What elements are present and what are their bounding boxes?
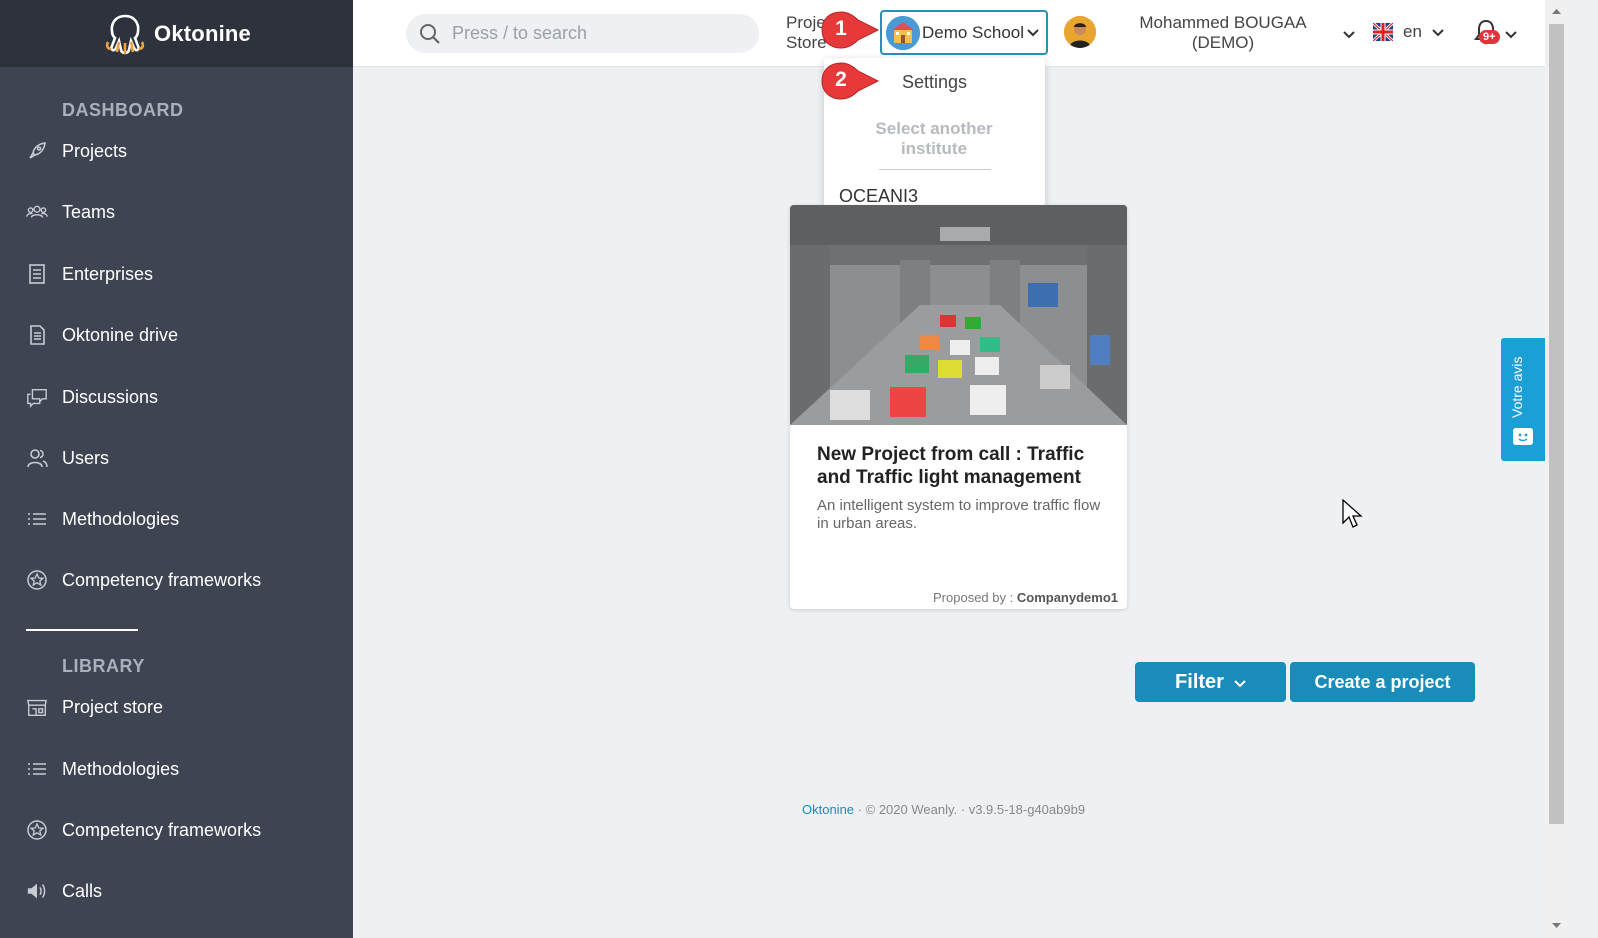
feedback-label: Votre avis <box>1509 356 1525 418</box>
store-icon <box>26 696 48 718</box>
sidebar-item-label: Projects <box>62 140 128 161</box>
octopus-logo-icon <box>105 14 145 54</box>
chevron-down-icon <box>1432 22 1444 42</box>
notification-badge: 9+ <box>1479 30 1500 44</box>
institute-avatar <box>886 15 920 50</box>
feedback-tab[interactable]: Votre avis <box>1501 338 1545 461</box>
sidebar: Oktonine DASHBOARD Projects Teams Enterp… <box>0 0 353 938</box>
sidebar-item-label: Competency frameworks <box>62 819 262 840</box>
sidebar-item-label: Enterprises <box>62 263 154 284</box>
footer-version: v3.9.5-18-g40ab9b9 <box>968 802 1086 817</box>
proposed-by-label: Proposed by : <box>933 590 1014 605</box>
drive-icon <box>26 324 48 346</box>
enterprise-icon <box>26 263 48 285</box>
filter-button[interactable]: Filter <box>1135 662 1286 702</box>
card-title: New Project from call : Traffic and Traf… <box>817 444 1085 488</box>
institute-name: Demo School <box>921 23 1025 42</box>
step-marker-2: 2 <box>818 61 880 101</box>
footer: Oktonine · © 2020 Weanly. · v3.9.5-18-g4… <box>802 802 1085 817</box>
scroll-down-arrow-icon[interactable] <box>1545 916 1568 934</box>
chevron-down-icon[interactable] <box>1343 26 1355 44</box>
footer-dot: · <box>960 802 969 817</box>
library-section-title: LIBRARY <box>62 656 145 676</box>
step-number: 1 <box>835 17 847 40</box>
proposed-by-company: Companydemo1 <box>1016 590 1118 605</box>
sidebar-item-library-competency[interactable]: Competency frameworks <box>26 819 261 841</box>
sidebar-item-project-store[interactable]: Project store <box>26 696 163 718</box>
sidebar-item-label: Users <box>62 447 110 468</box>
chevron-down-icon <box>1026 26 1040 40</box>
sidebar-item-label: Project store <box>62 696 164 717</box>
sidebar-item-calls[interactable]: Calls <box>26 880 102 902</box>
sidebar-item-label: Calls <box>62 880 103 901</box>
step-marker-1: 1 <box>818 10 880 50</box>
sidebar-item-enterprises[interactable]: Enterprises <box>26 263 153 285</box>
discussion-icon <box>26 386 48 408</box>
filter-label: Filter <box>1175 670 1224 693</box>
list-icon <box>26 758 48 780</box>
app-name: Oktonine <box>154 20 251 46</box>
chevron-down-icon <box>1234 671 1246 694</box>
institute-option[interactable]: OCEANI3 <box>839 186 918 207</box>
sidebar-item-label: Discussions <box>62 386 159 407</box>
card-proposed-by: Proposed by : Companydemo1 <box>933 590 1118 605</box>
user-name[interactable]: Mohammed BOUGAA (DEMO) <box>1123 13 1323 53</box>
footer-dot: · <box>857 802 866 817</box>
sidebar-item-projects[interactable]: Projects <box>26 140 127 162</box>
sidebar-item-drive[interactable]: Oktonine drive <box>26 324 178 346</box>
logo[interactable]: Oktonine <box>0 0 353 67</box>
project-image <box>790 205 1127 425</box>
badge-icon <box>26 569 48 591</box>
speaker-icon <box>26 880 48 902</box>
users-icon <box>26 447 48 469</box>
sidebar-item-label: Methodologies <box>62 508 180 529</box>
scroll-up-arrow-icon[interactable] <box>1545 3 1568 21</box>
language-selector[interactable]: en <box>1373 22 1444 42</box>
language-code: en <box>1403 22 1422 41</box>
scrollbar-thumb[interactable] <box>1549 24 1564 824</box>
footer-brand-link[interactable]: Oktonine <box>802 802 854 817</box>
avatar[interactable] <box>1064 16 1096 48</box>
search-bar[interactable] <box>406 14 759 53</box>
chevron-down-icon[interactable] <box>1505 26 1517 44</box>
sidebar-item-library-methodologies[interactable]: Methodologies <box>26 758 179 780</box>
page-scrollbar[interactable] <box>1545 0 1568 938</box>
search-icon <box>420 23 440 44</box>
dropdown-divider <box>879 169 991 170</box>
rocket-icon <box>26 140 48 162</box>
mouse-cursor-icon <box>1342 499 1363 528</box>
footer-copyright: © 2020 Weanly. <box>865 802 958 817</box>
sidebar-divider <box>26 629 138 631</box>
sidebar-item-label: Methodologies <box>62 758 180 779</box>
sidebar-item-label: Competency frameworks <box>62 569 262 590</box>
institute-selector[interactable]: Demo School <box>880 10 1048 55</box>
sidebar-item-discussions[interactable]: Discussions <box>26 386 158 408</box>
dashboard-section-title: DASHBOARD <box>62 100 184 120</box>
sidebar-item-label: Oktonine drive <box>62 324 179 345</box>
team-icon <box>26 201 48 223</box>
sidebar-item-teams[interactable]: Teams <box>26 201 115 223</box>
search-input[interactable] <box>452 23 742 44</box>
select-institute-heading: Select another institute <box>875 119 993 158</box>
top-bar: Project Store Demo School Mohammed BOUGA… <box>353 0 1545 67</box>
create-project-button[interactable]: Create a project <box>1290 662 1475 702</box>
feedback-icon <box>1513 428 1533 445</box>
sidebar-item-competency[interactable]: Competency frameworks <box>26 569 261 591</box>
uk-flag-icon <box>1373 23 1393 41</box>
sidebar-item-label: Teams <box>62 201 116 222</box>
project-card[interactable]: New Project from call : Traffic and Traf… <box>790 205 1127 609</box>
card-description: An intelligent system to improve traffic… <box>817 497 1101 532</box>
sidebar-item-methodologies[interactable]: Methodologies <box>26 508 179 530</box>
sidebar-item-users[interactable]: Users <box>26 447 109 469</box>
window-edge <box>1568 0 1598 938</box>
list-icon <box>26 508 48 530</box>
badge-icon <box>26 819 48 841</box>
step-number: 2 <box>835 68 847 91</box>
